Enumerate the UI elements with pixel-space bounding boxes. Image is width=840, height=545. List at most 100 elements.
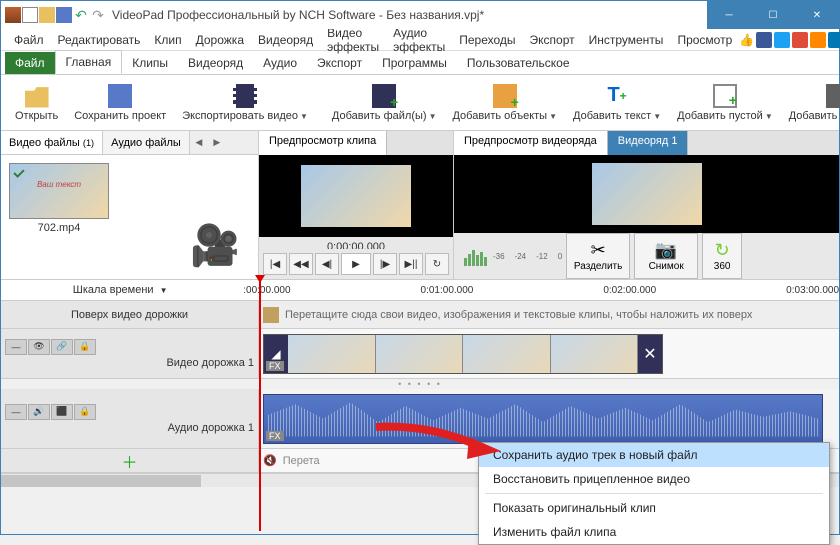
audio-track[interactable]: FX — [259, 389, 839, 448]
ribbon-tab-audio[interactable]: Аудио — [253, 52, 307, 74]
menu-transitions[interactable]: Переходы — [452, 31, 522, 49]
ribbon-tab-programs[interactable]: Программы — [372, 52, 457, 74]
row-grip[interactable]: • • • • • — [1, 379, 839, 389]
maximize-button[interactable]: ☐ — [751, 1, 795, 29]
step-fwd-button[interactable]: |▶ — [373, 253, 397, 275]
audio-drop-hint: Перета — [283, 455, 320, 467]
content-row: Видео файлы (1) Аудио файлы ◀ ▶ Ваш текс… — [1, 131, 839, 279]
fx-badge[interactable]: FX — [266, 361, 284, 371]
save-icon[interactable] — [56, 7, 72, 23]
add-blank-button[interactable]: + Добавить пустой▼ — [669, 82, 781, 124]
text-icon: T+ — [605, 84, 629, 108]
twitter-icon[interactable] — [774, 32, 790, 48]
loop-button[interactable]: ↻ — [425, 253, 449, 275]
close-button[interactable]: ✕ — [795, 1, 839, 29]
menu-clip[interactable]: Клип — [147, 31, 188, 49]
preview-tab-seq1[interactable]: Видеоряд 1 — [608, 131, 689, 155]
menu-bar: Файл Редактировать Клип Дорожка Видеоряд… — [1, 29, 839, 51]
next-frame-button[interactable]: ▶|| — [399, 253, 423, 275]
menu-sequence[interactable]: Видеоряд — [251, 31, 320, 49]
open-button[interactable]: Открыть — [7, 82, 66, 124]
ribbon-tab-main[interactable]: Главная — [55, 50, 123, 74]
speaker-mute-icon: 🔇 — [263, 454, 277, 467]
clip-preview-viewport[interactable] — [259, 155, 453, 237]
menu-export[interactable]: Экспорт — [523, 31, 582, 49]
google-plus-icon[interactable] — [792, 32, 808, 48]
prev-frame-button[interactable]: ◀◀ — [289, 253, 313, 275]
clip-transition-icon[interactable]: ✕ — [638, 335, 662, 373]
menu-track[interactable]: Дорожка — [189, 31, 251, 49]
menu-edit[interactable]: Редактировать — [51, 31, 148, 49]
add-title-button[interactable]: + Добавить плашку▼ — [781, 82, 840, 124]
ribbon-tab-file[interactable]: Файл — [5, 52, 55, 74]
snapshot-button[interactable]: 📷Снимок — [634, 233, 698, 279]
open-icon[interactable] — [39, 7, 55, 23]
ctx-save-audio[interactable]: Сохранить аудио трек в новый файл — [479, 443, 829, 467]
ctx-show-original[interactable]: Показать оригинальный клип — [479, 496, 829, 520]
video-track-row: — 👁 🔗 🔒 Видео дорожка 1 ◢ ✕ FX — [1, 329, 839, 379]
track-lock-button[interactable]: 🔒 — [74, 404, 96, 420]
waveform — [268, 401, 818, 437]
track-solo-button[interactable]: ⬛ — [51, 404, 73, 420]
video-clip[interactable]: ◢ ✕ FX — [263, 334, 663, 374]
track-collapse-button[interactable]: — — [5, 404, 27, 420]
rotate-360-button[interactable]: ↻360 — [702, 233, 742, 279]
menu-tools[interactable]: Инструменты — [582, 31, 671, 49]
ribbon-tab-export[interactable]: Экспорт — [307, 52, 372, 74]
add-objects-button[interactable]: + Добавить объекты▼ — [444, 82, 565, 124]
linkedin-icon[interactable] — [828, 32, 840, 48]
rss-icon[interactable] — [810, 32, 826, 48]
step-back-button[interactable]: ◀| — [315, 253, 339, 275]
bin-tab-prev[interactable]: ◀ — [190, 131, 208, 154]
video-track[interactable]: ◢ ✕ FX — [259, 329, 839, 378]
ruler-mark: 0:03:00.000 — [786, 285, 839, 296]
clip-item[interactable]: Ваш текст 702.mp4 — [9, 163, 109, 234]
track-collapse-button[interactable]: — — [5, 339, 27, 355]
sequence-preview-viewport[interactable] — [454, 155, 839, 233]
ribbon-tab-sequence[interactable]: Видеоряд — [178, 52, 253, 74]
ctx-restore-video[interactable]: Восстановить прицепленное видео — [479, 467, 829, 491]
preview-tab-sequence[interactable]: Предпросмотр видеоряда — [454, 131, 608, 155]
playhead[interactable] — [259, 281, 261, 531]
title-bar: ↶ ↷ VideoPad Профессиональный by NCH Sof… — [1, 1, 839, 29]
ctx-change-file[interactable]: Изменить файл клипа — [479, 520, 829, 544]
save-project-button[interactable]: Сохранить проект — [66, 82, 174, 124]
goto-start-button[interactable]: |◀ — [263, 253, 287, 275]
bin-tab-next[interactable]: ▶ — [208, 131, 226, 154]
like-icon[interactable]: 👍 — [739, 33, 754, 47]
facebook-icon[interactable] — [756, 32, 772, 48]
overlay-track[interactable]: Перетащите сюда свои видео, изображения … — [259, 301, 839, 328]
track-link-button[interactable]: 🔗 — [51, 339, 73, 355]
export-video-button[interactable]: Экспортировать видео▼ — [174, 82, 316, 124]
scrollbar-thumb[interactable] — [1, 475, 201, 487]
video-track-header: — 👁 🔗 🔒 Видео дорожка 1 — [1, 329, 259, 378]
clip-preview-pane: Предпросмотр клипа 0:00:00.000 |◀ ◀◀ ◀| … — [259, 131, 454, 279]
redo-icon[interactable]: ↷ — [90, 7, 106, 23]
track-mute-button[interactable]: 🔊 — [28, 404, 50, 420]
new-icon[interactable] — [22, 7, 38, 23]
preview-frame — [592, 163, 702, 225]
film-add-icon: + — [372, 84, 396, 108]
bin-tab-audio[interactable]: Аудио файлы — [103, 131, 190, 154]
add-files-button[interactable]: + Добавить файл(ы)▼ — [324, 82, 445, 124]
play-button[interactable]: ▶ — [341, 253, 371, 275]
track-visible-button[interactable]: 👁 — [28, 339, 50, 355]
ribbon-tab-clips[interactable]: Клипы — [122, 52, 178, 74]
timeline-ruler[interactable]: :00:00.000 0:01:00.000 0:02:00.000 0:03:… — [239, 285, 839, 296]
ribbon-tab-custom[interactable]: Пользовательское — [457, 52, 580, 74]
ruler-mark: :00:00.000 — [243, 285, 290, 296]
menu-view[interactable]: Просмотр — [670, 31, 739, 49]
preview-tab-clip[interactable]: Предпросмотр клипа — [259, 131, 387, 155]
fx-badge[interactable]: FX — [266, 431, 284, 441]
split-button[interactable]: ✂Разделить — [566, 233, 630, 279]
menu-file[interactable]: Файл — [7, 31, 51, 49]
bin-body[interactable]: Ваш текст 702.mp4 🎥 — [1, 155, 258, 279]
minimize-button[interactable]: ─ — [707, 1, 751, 29]
undo-icon[interactable]: ↶ — [73, 7, 89, 23]
track-lock-button[interactable]: 🔒 — [74, 339, 96, 355]
timeline-scale-dropdown[interactable]: Шкала времени▼ — [1, 284, 239, 296]
audio-clip[interactable]: FX — [263, 394, 823, 444]
bin-tab-video[interactable]: Видео файлы (1) — [1, 131, 103, 154]
plus-icon[interactable]: ＋ — [121, 449, 137, 473]
add-text-button[interactable]: T+ Добавить текст▼ — [565, 82, 669, 124]
